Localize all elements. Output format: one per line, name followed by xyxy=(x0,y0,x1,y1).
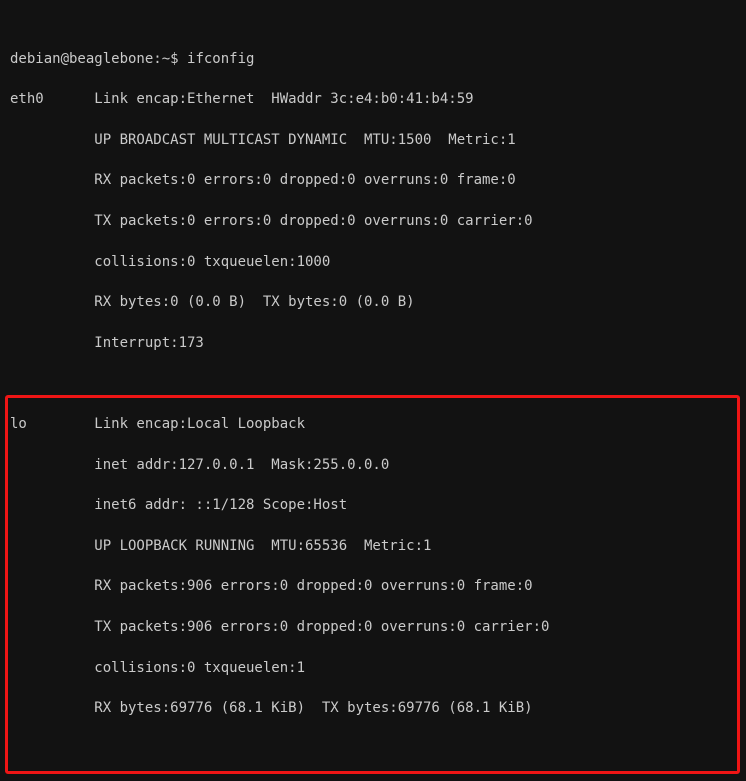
blank-2 xyxy=(10,739,736,759)
lo-coll: collisions:0 txqueuelen:1 xyxy=(10,658,736,678)
eth0-bytes: RX bytes:0 (0.0 B) TX bytes:0 (0.0 B) xyxy=(10,292,736,312)
blank-1 xyxy=(10,373,736,393)
lo-flags: UP LOOPBACK RUNNING MTU:65536 Metric:1 xyxy=(10,536,736,556)
eth0-intr: Interrupt:173 xyxy=(10,333,736,353)
iface-name-eth0: eth0 xyxy=(10,89,94,109)
lo-rx: RX packets:906 errors:0 dropped:0 overru… xyxy=(10,576,736,596)
shell-prompt-line: debian@beaglebone:~$ ifconfig xyxy=(10,49,736,69)
iface-name-lo: lo xyxy=(10,414,94,434)
eth0-coll: collisions:0 txqueuelen:1000 xyxy=(10,252,736,272)
lo-inet6: inet6 addr: ::1/128 Scope:Host xyxy=(10,495,736,515)
shell-prompt: debian@beaglebone:~$ xyxy=(10,51,187,67)
shell-command: ifconfig xyxy=(187,51,254,67)
terminal-window[interactable]: debian@beaglebone:~$ ifconfig eth0Link e… xyxy=(0,0,746,781)
eth0-rx: RX packets:0 errors:0 dropped:0 overruns… xyxy=(10,170,736,190)
eth0-tx: TX packets:0 errors:0 dropped:0 overruns… xyxy=(10,211,736,231)
eth0-link: eth0Link encap:Ethernet HWaddr 3c:e4:b0:… xyxy=(10,89,736,109)
lo-inet: inet addr:127.0.0.1 Mask:255.0.0.0 xyxy=(10,455,736,475)
lo-bytes: RX bytes:69776 (68.1 KiB) TX bytes:69776… xyxy=(10,698,736,718)
lo-tx: TX packets:906 errors:0 dropped:0 overru… xyxy=(10,617,736,637)
lo-link: loLink encap:Local Loopback xyxy=(10,414,736,434)
eth0-flags: UP BROADCAST MULTICAST DYNAMIC MTU:1500 … xyxy=(10,130,736,150)
